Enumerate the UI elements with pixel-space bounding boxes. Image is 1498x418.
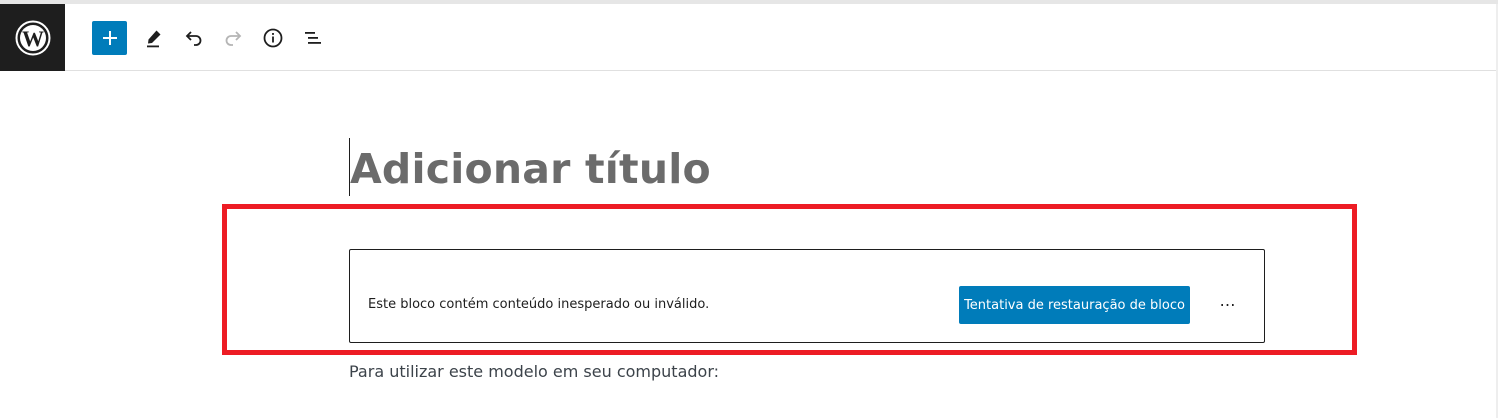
paragraph-block[interactable]: Para utilizar este modelo em seu computa… [349,362,719,381]
redo-icon [225,31,242,46]
info-icon [263,28,283,48]
svg-text:W: W [22,26,44,51]
pencil-icon [147,30,161,48]
list-view-icon [305,32,321,44]
invalid-block-message: Este bloco contém conteúdo inesperado ou… [368,297,710,312]
post-title-placeholder[interactable]: Adicionar título [350,140,711,198]
attempt-block-recovery-button[interactable]: Tentativa de restauração de bloco [959,286,1190,324]
list-view-button[interactable] [296,21,330,55]
tools-button[interactable] [137,21,171,55]
undo-button[interactable] [177,21,211,55]
ellipsis-icon: ⋯ [1219,297,1237,314]
invalid-block-warning[interactable]: Este bloco contém conteúdo inesperado ou… [349,249,1265,343]
more-options-button[interactable]: ⋯ [1212,291,1244,319]
details-button[interactable] [256,21,290,55]
plus-icon [102,31,117,45]
undo-icon [185,31,202,46]
inserter-button[interactable] [92,21,127,55]
editor-header-toolbar: W [0,4,1498,71]
wordpress-logo-icon[interactable]: W [0,4,65,71]
redo-button[interactable] [216,21,250,55]
